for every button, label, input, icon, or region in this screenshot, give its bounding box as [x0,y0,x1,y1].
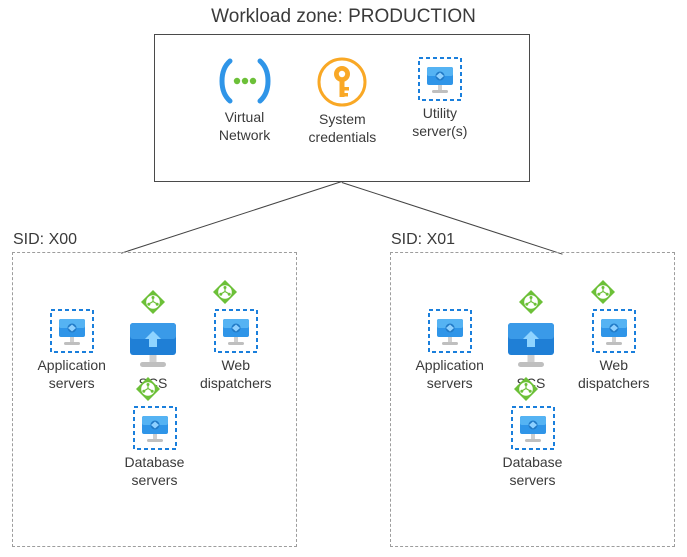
sid-title-x01: SID: X01 [391,231,455,249]
load-balancer-icon [212,279,238,305]
sid-title-x00: SID: X00 [13,231,77,249]
db-servers-cell-x01: Databaseservers [503,406,563,489]
vnet-label: VirtualNetwork [219,109,270,144]
workload-zone-box: VirtualNetwork Systemcredentials Utility… [154,34,530,182]
sid-box-x00: SID: X00 Applicationservers SCS [12,252,297,547]
db-servers-label: Databaseservers [503,454,563,489]
app-servers-cell-x01: Applicationservers [415,309,484,392]
web-dispatchers-cell-x00: Webdispatchers [200,309,272,392]
load-balancer-icon [518,289,544,315]
vnet-icon [217,57,273,105]
vm-icon [511,406,555,450]
app-servers-label: Applicationservers [37,357,106,392]
db-servers-label: Databaseservers [125,454,185,489]
load-balancer-icon [140,289,166,315]
app-servers-label: Applicationservers [415,357,484,392]
vnet-cell: VirtualNetwork [217,57,273,146]
utility-cell: Utilityserver(s) [412,57,467,146]
load-balancer-icon [513,376,539,402]
vm-icon [418,57,462,101]
load-balancer-icon [590,279,616,305]
vm-icon [50,309,94,353]
scs-icon [124,319,182,371]
utility-label: Utilityserver(s) [412,105,467,140]
vm-icon [592,309,636,353]
vm-icon [214,309,258,353]
vm-icon [428,309,472,353]
db-servers-cell-x00: Databaseservers [125,406,185,489]
sid-box-x01: SID: X01 Applicationservers SCS [390,252,675,547]
connector-line-left [121,181,342,254]
vm-icon [133,406,177,450]
web-dispatchers-cell-x01: Webdispatchers [578,309,650,392]
scs-icon [502,319,560,371]
app-servers-cell-x00: Applicationservers [37,309,106,392]
zone-title: Workload zone: PRODUCTION [0,6,687,28]
web-dispatchers-label: Webdispatchers [200,357,272,392]
web-dispatchers-label: Webdispatchers [578,357,650,392]
creds-label: Systemcredentials [309,111,377,146]
load-balancer-icon [135,376,161,402]
key-icon [317,57,367,107]
creds-cell: Systemcredentials [309,57,377,146]
